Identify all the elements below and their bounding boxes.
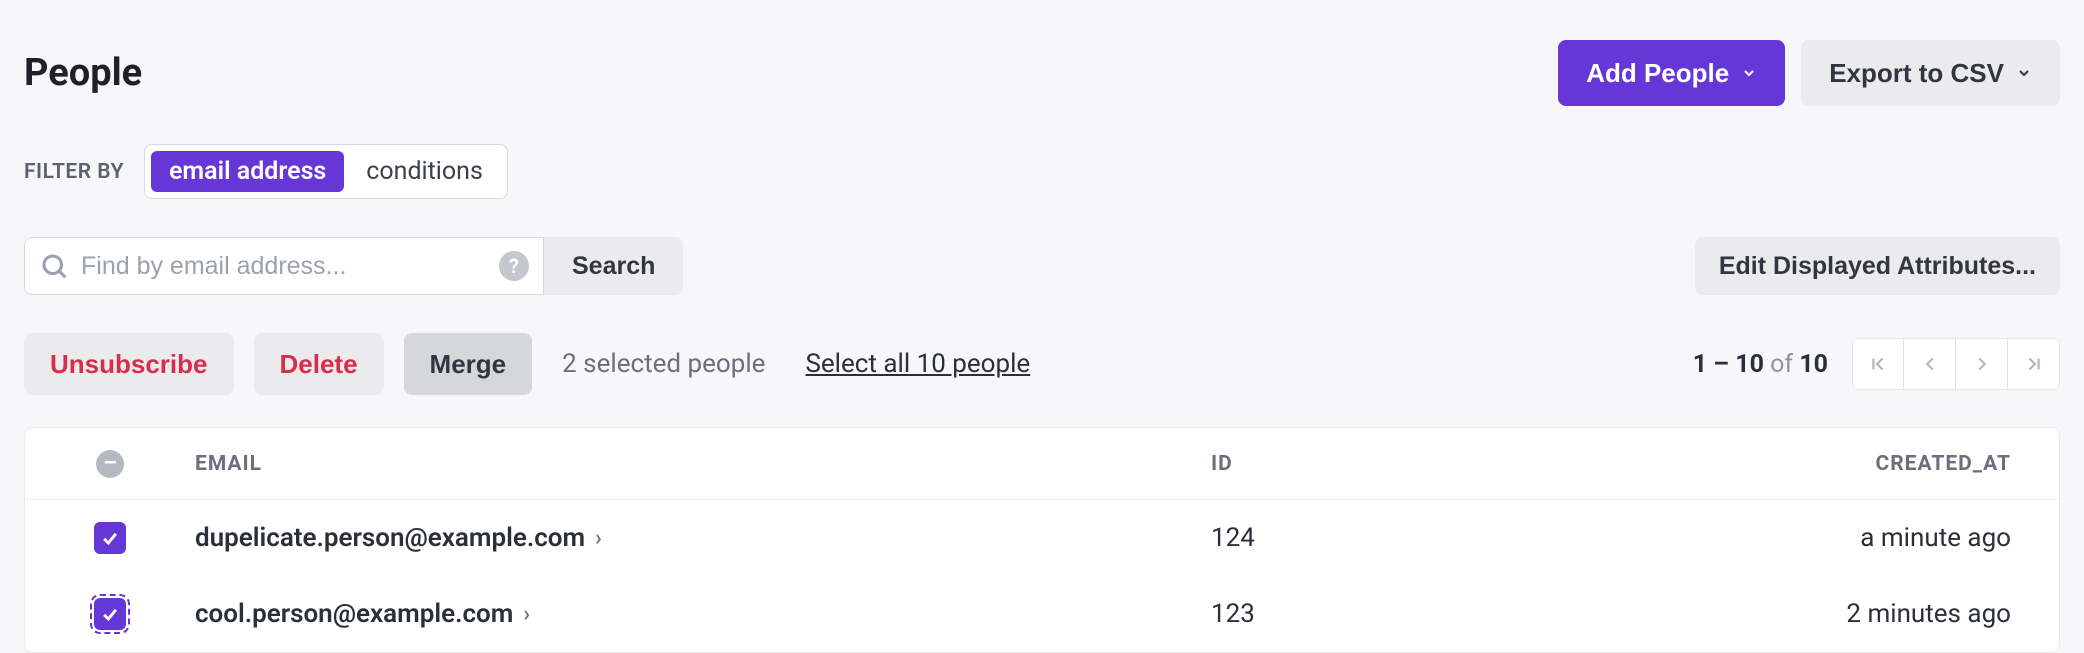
pagination-buttons xyxy=(1852,338,2060,390)
unsubscribe-button[interactable]: Unsubscribe xyxy=(24,333,234,395)
bulk-actions: Unsubscribe Delete Merge 2 selected peop… xyxy=(24,333,1030,395)
check-icon xyxy=(100,604,120,624)
search-input[interactable] xyxy=(81,252,499,281)
pager-first-button[interactable] xyxy=(1852,338,1904,390)
filter-toggle: email address conditions xyxy=(144,144,508,199)
column-header-id[interactable]: ID xyxy=(1211,452,1731,476)
add-people-label: Add People xyxy=(1586,58,1729,89)
cell-created-at: 2 minutes ago xyxy=(1731,599,2011,629)
selected-count-text: 2 selected people xyxy=(562,349,765,379)
page-title: People xyxy=(24,51,142,95)
filter-tab-email[interactable]: email address xyxy=(151,151,344,192)
cell-id: 123 xyxy=(1211,599,1731,629)
chevron-right-icon xyxy=(1971,353,1993,375)
filter-by-label: FILTER BY xyxy=(24,160,124,184)
search-icon xyxy=(39,251,69,281)
pager-prev-button[interactable] xyxy=(1904,338,1956,390)
help-icon[interactable]: ? xyxy=(499,251,529,281)
first-page-icon xyxy=(1867,353,1889,375)
chevron-down-icon xyxy=(2016,65,2032,81)
table-header: – EMAIL ID CREATED_AT xyxy=(25,428,2059,500)
add-people-button[interactable]: Add People xyxy=(1558,40,1785,106)
pagination-text: 1 – 10 of 10 xyxy=(1693,350,1828,379)
check-icon xyxy=(100,528,120,548)
select-all-link[interactable]: Select all 10 people xyxy=(805,349,1030,379)
pager-last-button[interactable] xyxy=(2008,338,2060,390)
row-checkbox[interactable] xyxy=(94,598,126,630)
cell-created-at: a minute ago xyxy=(1731,523,2011,553)
merge-button[interactable]: Merge xyxy=(404,333,533,395)
chevron-left-icon xyxy=(1919,353,1941,375)
chevron-down-icon xyxy=(1741,65,1757,81)
table-row[interactable]: cool.person@example.com › 123 2 minutes … xyxy=(25,576,2059,652)
pager-next-button[interactable] xyxy=(1956,338,2008,390)
search-group: ? Search xyxy=(24,237,683,295)
last-page-icon xyxy=(2023,353,2045,375)
column-header-email[interactable]: EMAIL xyxy=(195,452,1211,476)
search-button[interactable]: Search xyxy=(544,237,683,295)
chevron-right-icon: › xyxy=(595,526,602,551)
cell-id: 124 xyxy=(1211,523,1731,553)
column-header-created-at[interactable]: CREATED_AT xyxy=(1731,452,2011,476)
table-row[interactable]: dupelicate.person@example.com › 124 a mi… xyxy=(25,500,2059,576)
email-text: cool.person@example.com xyxy=(195,599,513,629)
pagination-total: 10 xyxy=(1799,350,1828,379)
search-box: ? xyxy=(24,237,544,295)
email-text: dupelicate.person@example.com xyxy=(195,523,585,553)
chevron-right-icon: › xyxy=(523,602,530,627)
row-checkbox[interactable] xyxy=(94,522,126,554)
filter-tab-conditions[interactable]: conditions xyxy=(348,151,501,192)
pagination-of: of xyxy=(1764,350,1799,379)
pagination-range: 1 – 10 xyxy=(1693,350,1764,379)
delete-button[interactable]: Delete xyxy=(254,333,384,395)
header-actions: Add People Export to CSV xyxy=(1558,40,2060,106)
people-table: – EMAIL ID CREATED_AT dupelicate.person@… xyxy=(24,427,2060,653)
pagination: 1 – 10 of 10 xyxy=(1693,338,2060,390)
cell-email[interactable]: dupelicate.person@example.com › xyxy=(195,523,1211,553)
deselect-all-icon[interactable]: – xyxy=(96,450,124,478)
export-csv-button[interactable]: Export to CSV xyxy=(1801,40,2060,106)
export-csv-label: Export to CSV xyxy=(1829,58,2004,89)
edit-displayed-attributes-button[interactable]: Edit Displayed Attributes... xyxy=(1695,237,2060,295)
cell-email[interactable]: cool.person@example.com › xyxy=(195,599,1211,629)
